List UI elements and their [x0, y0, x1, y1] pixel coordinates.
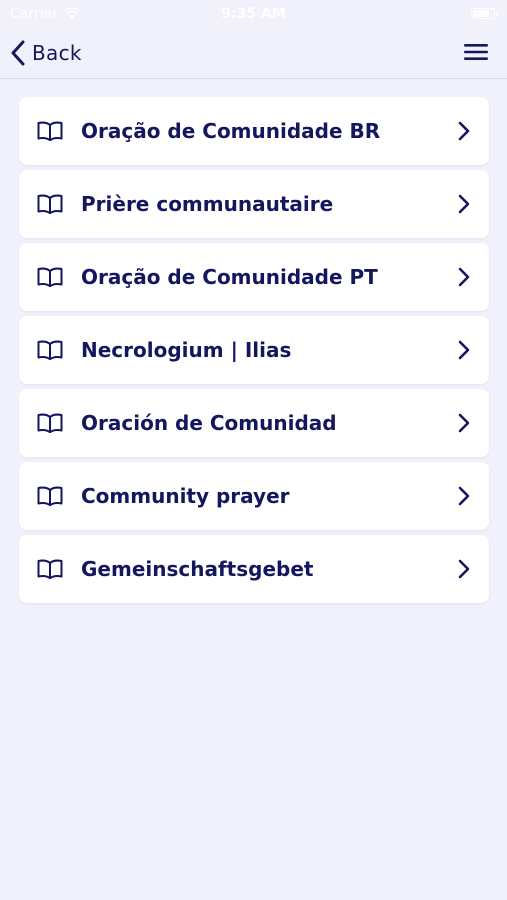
book-icon — [37, 413, 63, 433]
list-item[interactable]: Necrologium | Ilias — [19, 316, 489, 384]
battery-icon — [471, 8, 498, 19]
list-item-label: Prière communautaire — [81, 192, 334, 216]
book-icon — [37, 194, 63, 214]
list-item-label: Gemeinschaftsgebet — [81, 557, 314, 581]
chevron-right-icon — [458, 194, 470, 214]
list-item-label: Oração de Comunidade PT — [81, 265, 378, 289]
list-item-label: Community prayer — [81, 484, 290, 508]
chevron-right-icon — [458, 486, 470, 506]
prayer-list: Oração de Comunidade BR Prière communaut… — [19, 97, 489, 608]
navigation-bar: Back — [0, 28, 507, 79]
book-icon — [37, 340, 63, 360]
book-icon — [37, 121, 63, 141]
book-icon — [37, 267, 63, 287]
list-item[interactable]: Prière communautaire — [19, 170, 489, 238]
book-icon — [37, 559, 63, 579]
back-label: Back — [32, 41, 82, 65]
list-item[interactable]: Community prayer — [19, 462, 489, 530]
book-icon — [37, 486, 63, 506]
status-time: 9:35 AM — [221, 6, 286, 22]
list-item-label: Oração de Comunidade BR — [81, 119, 381, 143]
back-button[interactable]: Back — [10, 38, 82, 68]
chevron-right-icon — [458, 559, 470, 579]
chevron-right-icon — [458, 413, 470, 433]
list-item-label: Necrologium | Ilias — [81, 338, 292, 362]
list-item[interactable]: Oração de Comunidade BR — [19, 97, 489, 165]
chevron-right-icon — [458, 121, 470, 141]
list-item[interactable]: Oración de Comunidad — [19, 389, 489, 457]
list-item[interactable]: Gemeinschaftsgebet — [19, 535, 489, 603]
chevron-right-icon — [458, 340, 470, 360]
chevron-left-icon — [11, 40, 25, 66]
list-item-label: Oración de Comunidad — [81, 411, 337, 435]
chevron-right-icon — [458, 267, 470, 287]
hamburger-menu-icon[interactable] — [463, 40, 489, 64]
status-bar: Carrier 9:35 AM — [0, 0, 507, 28]
list-item[interactable]: Oração de Comunidade PT — [19, 243, 489, 311]
